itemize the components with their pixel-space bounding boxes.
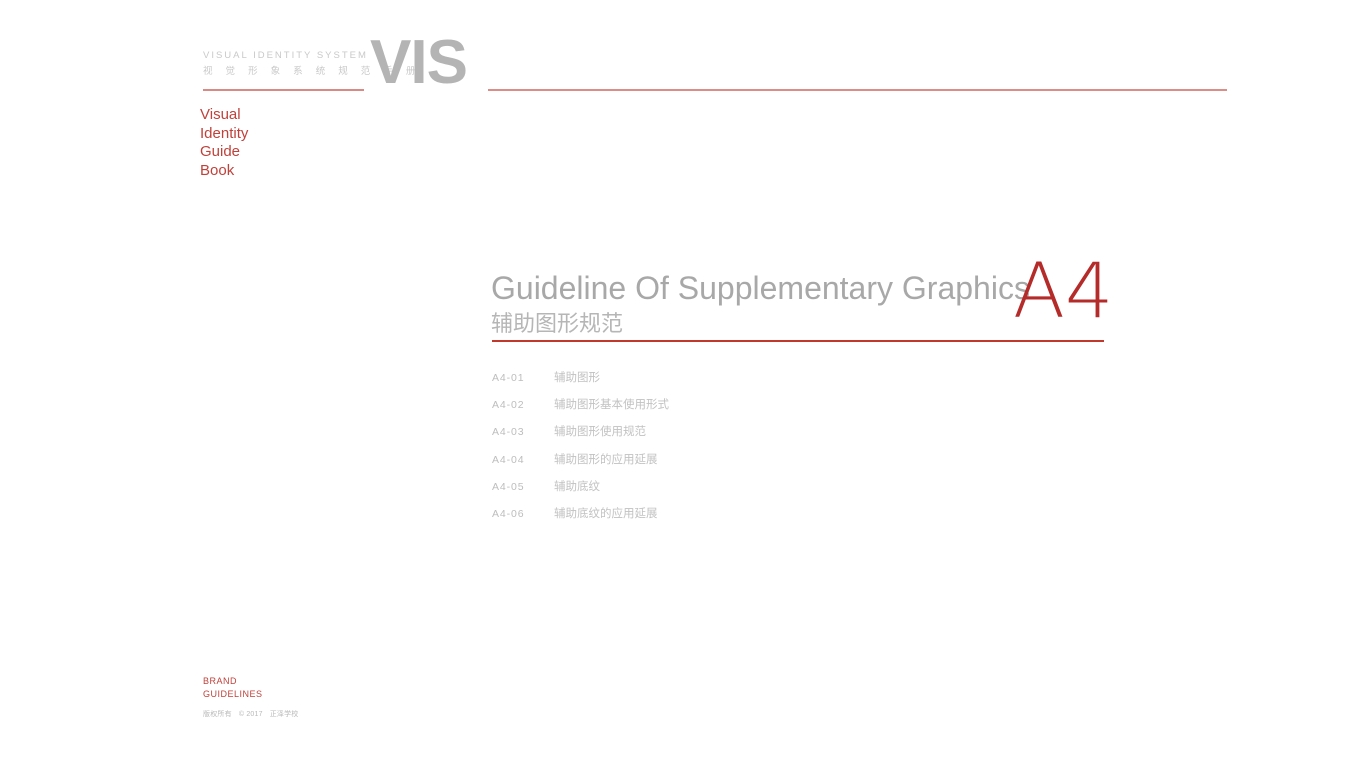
list-item[interactable]: A4-06 辅助底纹的应用延展 xyxy=(492,505,669,532)
footer-copyright: 版权所有 © 2017 正泽学校 xyxy=(203,709,299,719)
table-of-contents: A4-01 辅助图形 A4-02 辅助图形基本使用形式 A4-03 辅助图形使用… xyxy=(492,369,669,532)
masthead-divider xyxy=(203,89,364,91)
list-item[interactable]: A4-02 辅助图形基本使用形式 xyxy=(492,396,669,423)
toc-item-label: 辅助图形 xyxy=(554,372,600,384)
footer: BRAND GUIDELINES 版权所有 © 2017 正泽学校 xyxy=(203,675,299,719)
list-item[interactable]: A4-04 辅助图形的应用延展 xyxy=(492,451,669,478)
copyright-mark: © 2017 xyxy=(238,711,263,718)
masthead-chinese-title: 视 觉 形 象 系 统 规 范 手 册 xyxy=(203,66,421,77)
toc-item-label: 辅助图形使用规范 xyxy=(554,426,646,439)
toc-item-code: A4-01 xyxy=(492,372,525,384)
list-item[interactable]: A4-03 辅助图形使用规范 xyxy=(492,423,669,450)
brand-wordmark-line-1: Visual xyxy=(200,106,241,123)
masthead-english-title: VISUAL IDENTITY SYSTEM xyxy=(203,50,368,61)
copyright-owner: 正泽学校 xyxy=(269,711,299,718)
toc-item-label: 辅助图形基本使用形式 xyxy=(554,399,669,412)
section-marker: A4 xyxy=(1013,246,1114,335)
footer-brand-line-2: GUIDELINES xyxy=(203,688,263,699)
brand-wordmark: Visual Identity Guide Book xyxy=(200,106,248,180)
brand-wordmark-line-2: Identity xyxy=(200,124,249,142)
header-divider xyxy=(488,89,1227,91)
list-item[interactable]: A4-01 辅助图形 xyxy=(492,369,669,396)
brand-wordmark-line-3: Guide xyxy=(200,143,241,161)
toc-item-code: A4-04 xyxy=(492,453,525,466)
toc-item-label: 辅助底纹 xyxy=(554,480,600,493)
toc-item-code: A4-02 xyxy=(492,399,525,412)
footer-brand-line-1: BRAND xyxy=(203,676,238,686)
brand-wordmark-line-4: Book xyxy=(200,161,235,179)
toc-item-label: 辅助图形的应用延展 xyxy=(554,453,658,466)
list-item[interactable]: A4-05 辅助底纹 xyxy=(492,478,669,505)
vis-logo: VIS xyxy=(370,28,468,97)
copyright-label: 版权所有 xyxy=(203,711,232,718)
toc-item-code: A4-06 xyxy=(492,507,525,520)
toc-item-label: 辅助底纹的应用延展 xyxy=(554,507,658,520)
masthead: VISUAL IDENTITY SYSTEM 视 觉 形 象 系 统 规 范 手… xyxy=(203,49,421,79)
toc-item-code: A4-03 xyxy=(492,426,525,439)
section-title-divider xyxy=(492,340,1104,342)
toc-item-code: A4-05 xyxy=(492,480,525,493)
